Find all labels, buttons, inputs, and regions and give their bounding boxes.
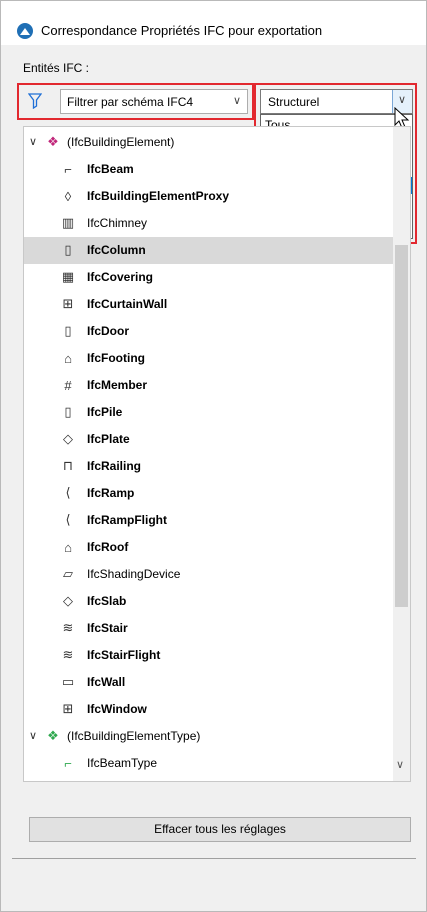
window-icon: ⊞: [62, 701, 74, 716]
shading-device-icon: ▱: [63, 566, 73, 581]
scrollbar-thumb[interactable]: [395, 245, 408, 607]
clear-all-settings-button[interactable]: Effacer tous les réglages: [29, 817, 411, 842]
app-logo-icon: [17, 23, 33, 39]
tree-row-label: (IfcBuildingElementType): [67, 729, 201, 743]
tree-row-label: IfcRamp: [87, 486, 135, 500]
tree-row[interactable]: ▱ IfcShadingDevice: [24, 561, 394, 588]
tree-row-label: IfcStair: [87, 621, 128, 635]
tree-row-label: IfcRampFlight: [87, 513, 167, 527]
entities-label: Entités IFC :: [23, 61, 90, 75]
chevron-down-icon[interactable]: ∨: [29, 729, 37, 742]
tree-group-row[interactable]: ∨ ❖ (IfcBuildingElement): [24, 129, 394, 156]
tree-row-label: IfcPile: [87, 405, 123, 419]
tree-row-label: IfcStairFlight: [87, 648, 161, 662]
proxy-icon: ◊: [64, 188, 72, 204]
tree-row[interactable]: ≋ IfcStair: [24, 615, 394, 642]
column-icon: ▯: [64, 242, 72, 257]
tree-row[interactable]: ⌐ IfcBeamType: [24, 750, 394, 777]
tree-row-label: IfcFooting: [87, 351, 145, 365]
tree-row-label: IfcBuildingElementProxy: [87, 189, 230, 203]
tree-row[interactable]: ⌐ IfcBeam: [24, 156, 394, 183]
stair-flight-icon: ≋: [62, 647, 74, 662]
tree-row[interactable]: ▯ IfcDoor: [24, 318, 394, 345]
tree-row[interactable]: ≋ IfcStairFlight: [24, 642, 394, 669]
filter-group: Filtrer par schéma IFC4 ∨: [17, 83, 254, 120]
filter-schema-select[interactable]: Filtrer par schéma IFC4 ∨: [60, 89, 248, 114]
tree-row[interactable]: ⟨ IfcRampFlight: [24, 507, 394, 534]
door-icon: ▯: [64, 323, 72, 338]
tree-row[interactable]: ⟨ IfcRamp: [24, 480, 394, 507]
pile-icon: ▯: [64, 404, 72, 419]
tree-row[interactable]: ▭ IfcWall: [24, 669, 394, 696]
schema-select[interactable]: Structurel ∨: [260, 89, 413, 114]
beam-icon: ⌐: [64, 161, 72, 177]
wall-icon: ▭: [61, 674, 75, 689]
tree-row[interactable]: ⌂ IfcRoof: [24, 534, 394, 561]
plate-icon: ◇: [63, 431, 73, 446]
stair-icon: ≋: [62, 620, 74, 635]
slab-icon: ◇: [63, 593, 73, 608]
curtain-wall-icon: ⊞: [62, 296, 74, 311]
tree-row-label: IfcPlate: [87, 432, 130, 446]
tree-row-label: (IfcBuildingElement): [67, 135, 175, 149]
tree-row[interactable]: ▦ IfcCovering: [24, 264, 394, 291]
tree-row[interactable]: ▯ IfcColumn: [24, 237, 394, 264]
ramp-icon: ⟨: [65, 485, 71, 500]
tree-row[interactable]: ⊞ IfcWindow: [24, 696, 394, 723]
tree-row-label: IfcShadingDevice: [87, 567, 181, 581]
building-element-type-icon: ❖: [47, 728, 59, 743]
chevron-down-icon[interactable]: ∨: [396, 758, 404, 771]
separator: [12, 858, 416, 859]
filter-schema-value: Filtrer par schéma IFC4: [67, 95, 194, 109]
tree-row[interactable]: # IfcMember: [24, 372, 394, 399]
tree-row[interactable]: ◇ IfcPlate: [24, 426, 394, 453]
tree-row-label: IfcDoor: [87, 324, 129, 338]
tree-row-label: IfcWall: [87, 675, 126, 689]
chevron-down-icon: ∨: [398, 94, 407, 106]
member-icon: #: [64, 377, 72, 393]
tree-row-label: IfcCovering: [87, 270, 154, 284]
roof-icon: ⌂: [64, 539, 72, 555]
tree-scrollbar[interactable]: ∨: [393, 127, 410, 781]
ramp-flight-icon: ⟨: [65, 512, 71, 527]
covering-icon: ▦: [61, 269, 75, 284]
beam-type-icon: ⌐: [64, 755, 72, 771]
tree-row[interactable]: ◇ IfcSlab: [24, 588, 394, 615]
tree-row[interactable]: ⊞ IfcCurtainWall: [24, 291, 394, 318]
chevron-down-icon[interactable]: ∨: [29, 135, 37, 148]
tree-row[interactable]: ◊ IfcBuildingElementProxy: [24, 183, 394, 210]
chevron-down-icon: ∨: [232, 95, 241, 107]
window-title: Correspondance Propriétés IFC pour expor…: [41, 23, 323, 38]
tree-row-label: IfcChimney: [87, 216, 148, 230]
tree-row-label: IfcBeam: [87, 162, 134, 176]
tree-row-label: IfcCurtainWall: [87, 297, 168, 311]
railing-icon: ⊓: [62, 458, 74, 473]
tree-row-label: IfcColumn: [87, 243, 146, 257]
tree-row-label: IfcSlab: [87, 594, 127, 608]
tree-group-row[interactable]: ∨ ❖ (IfcBuildingElementType): [24, 723, 394, 750]
tree-row[interactable]: ⌂ IfcFooting: [24, 345, 394, 372]
building-element-icon: ❖: [47, 134, 59, 149]
tree-row-label: IfcRailing: [87, 459, 142, 473]
tree-row-label: IfcMember: [87, 378, 148, 392]
tree-row[interactable]: ⊓ IfcRailing: [24, 453, 394, 480]
tree-row-label: IfcRoof: [87, 540, 129, 554]
footing-icon: ⌂: [64, 350, 72, 366]
tree-row-label: IfcWindow: [87, 702, 147, 716]
schema-select-value: Structurel: [268, 95, 320, 109]
title-bar: Correspondance Propriétés IFC pour expor…: [1, 1, 426, 45]
dialog-window: Correspondance Propriétés IFC pour expor…: [0, 0, 427, 912]
tree-row[interactable]: ▥ IfcChimney: [24, 210, 394, 237]
chimney-icon: ▥: [61, 215, 75, 230]
tree-row[interactable]: ▯ IfcPile: [24, 399, 394, 426]
filter-icon[interactable]: [28, 93, 42, 109]
ifc-entity-tree: ∨ ❖ (IfcBuildingElement) ⌐ IfcBeam ◊ IfcBuildi…: [23, 126, 411, 782]
tree-row-label: IfcBeamType: [87, 756, 158, 770]
